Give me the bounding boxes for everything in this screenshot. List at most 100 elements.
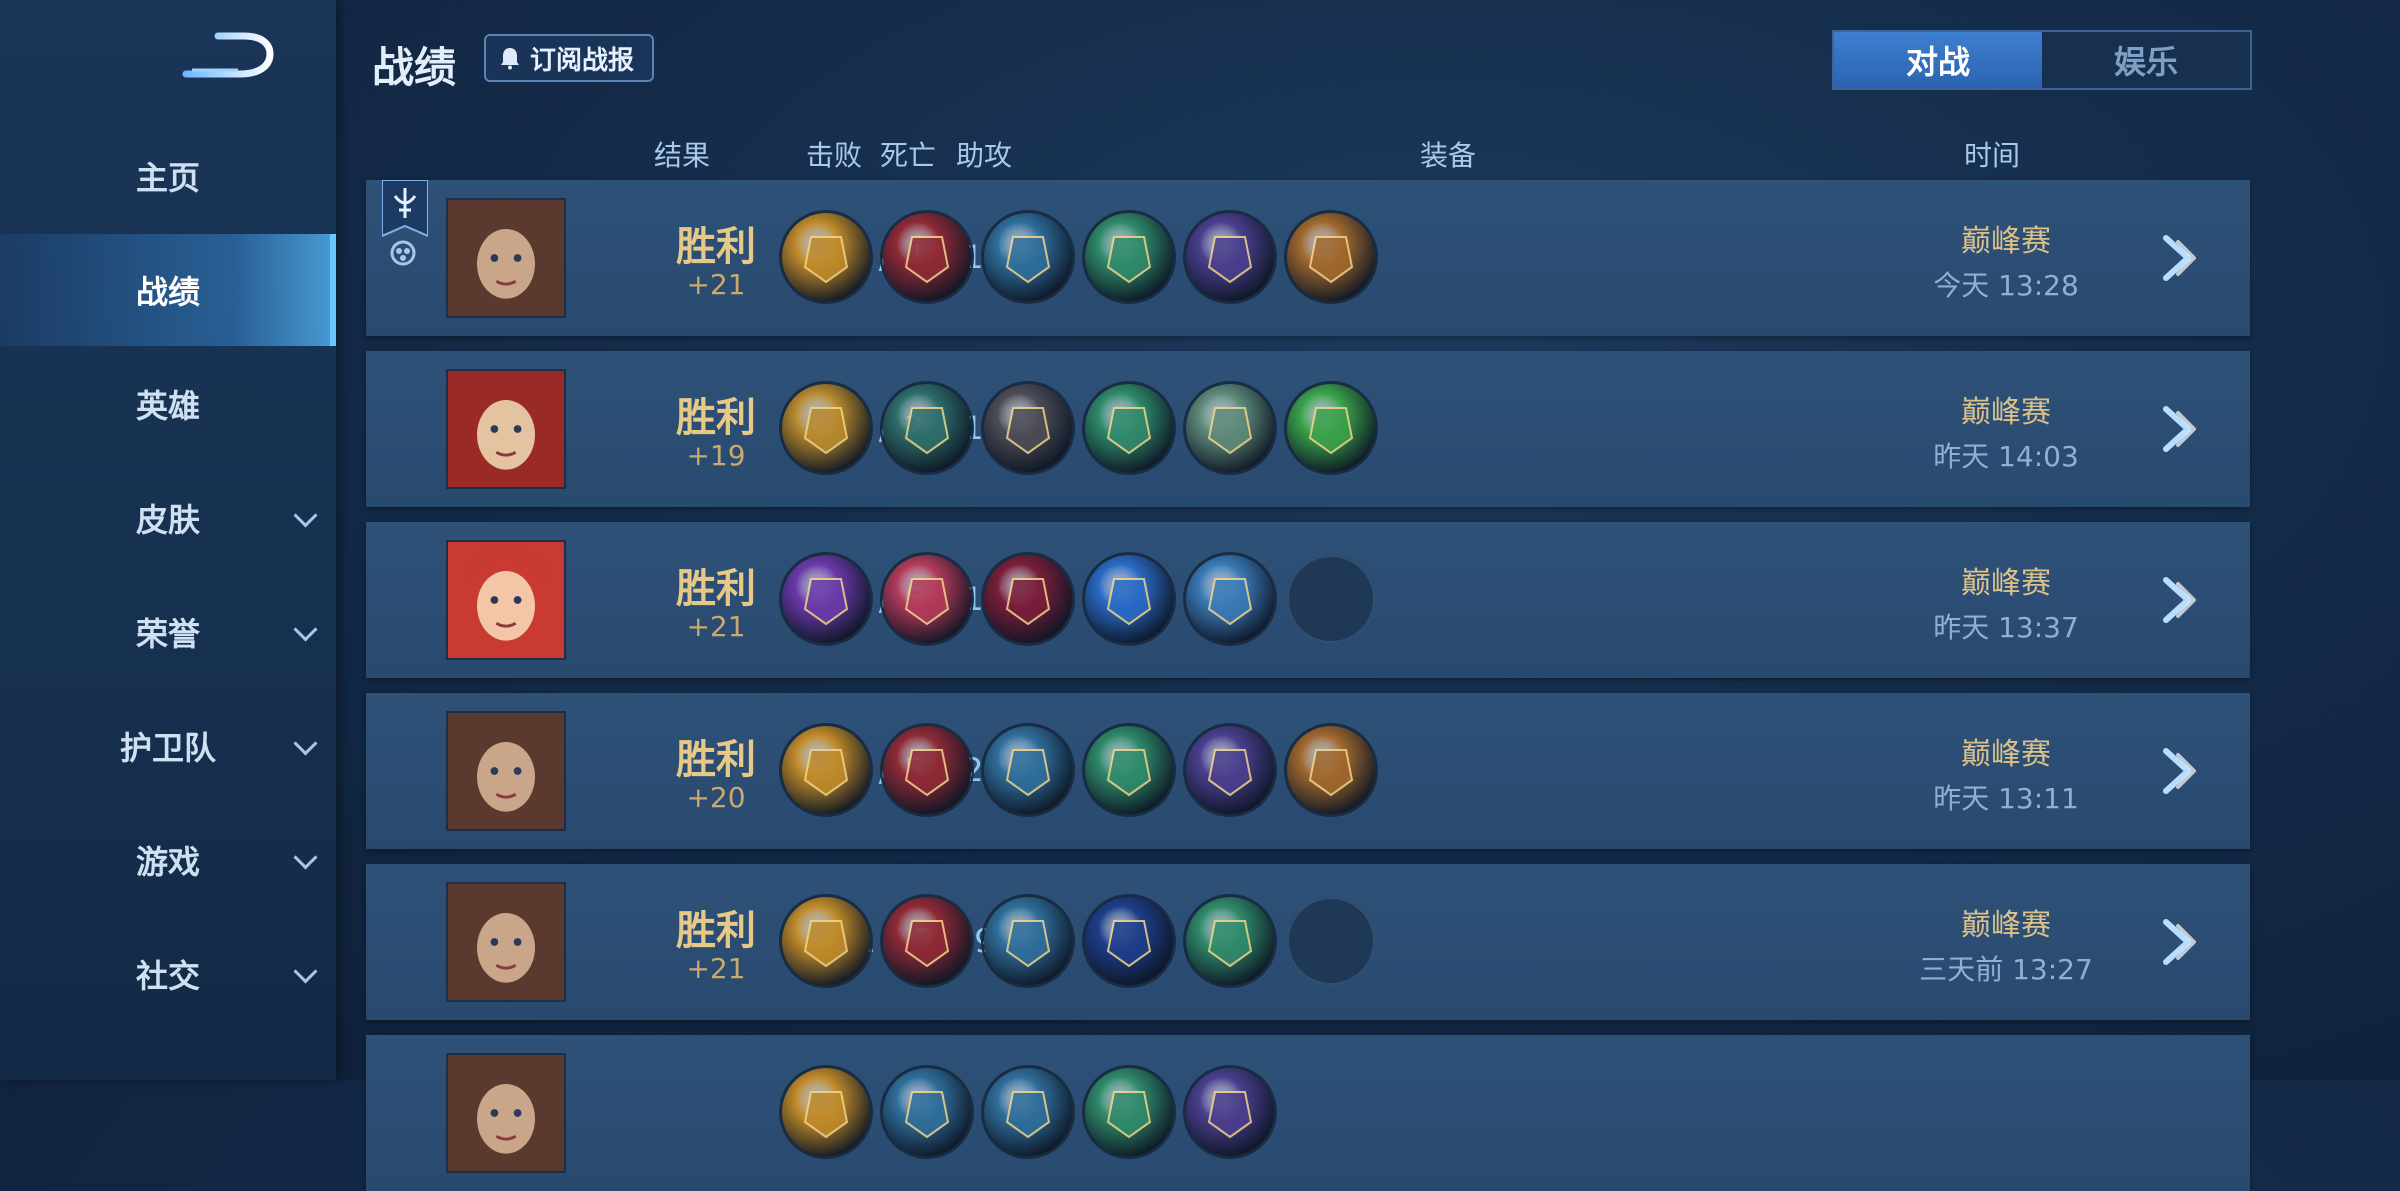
match-time: 昨天 14:03 (1933, 440, 2079, 473)
equipment-item-icon[interactable] (1185, 212, 1275, 302)
sidebar-item-label: 皮肤 (135, 501, 200, 539)
sidebar-item-guard[interactable]: 护卫队 (0, 690, 336, 802)
chevron-down-icon (293, 959, 318, 984)
equipment-item-icon[interactable] (983, 383, 1073, 473)
equipment-item-icon[interactable] (1286, 383, 1376, 473)
chevron-down-icon (293, 503, 318, 528)
tab-battle[interactable]: 对战 (1834, 32, 2042, 88)
match-row[interactable]: 胜利+214 / 4 / 19巅峰赛今天 13:28 (366, 180, 2250, 336)
equipment-item-icon[interactable] (983, 1067, 1073, 1157)
match-time: 今天 13:28 (1933, 269, 2079, 302)
sidebar-item-label: 战绩 (135, 273, 200, 311)
equipment-item-icon[interactable] (1185, 896, 1275, 986)
sidebar-item-honor[interactable]: 荣誉 (0, 576, 336, 688)
hero-avatar[interactable] (446, 369, 566, 489)
column-header-time: 时间 (1964, 139, 2021, 172)
equipment-item-icon[interactable] (1084, 1067, 1174, 1157)
column-header-kill: 击败 (806, 139, 863, 172)
equipment-item-icon[interactable] (1084, 725, 1174, 815)
match-time: 三天前 13:27 (1919, 953, 2093, 986)
equipment-item-icon[interactable] (1084, 212, 1174, 302)
sidebar-item-social[interactable]: 社交 (0, 918, 336, 1030)
back-icon[interactable] (178, 30, 278, 85)
equipment-item-icon[interactable] (983, 896, 1073, 986)
tab-entertainment[interactable]: 娱乐 (2042, 32, 2250, 88)
equipment-item-icon[interactable] (983, 725, 1073, 815)
chevron-right-icon[interactable] (2154, 743, 2210, 799)
equipment-item-icon[interactable] (1084, 554, 1174, 644)
sidebar-item-label: 英雄 (135, 387, 200, 425)
sidebar-item-records[interactable]: 战绩 (0, 234, 336, 346)
match-row[interactable]: 胜利+211 / 2 / 9巅峰赛三天前 13:27 (366, 864, 2250, 1020)
game-mode: 巅峰赛 (1961, 908, 2051, 943)
match-row[interactable]: 胜利+219 / 6 / 17巅峰赛昨天 13:37 (366, 522, 2250, 678)
equipment-item-icon[interactable] (882, 554, 972, 644)
equipment-item-icon[interactable] (882, 383, 972, 473)
equipment-item-icon[interactable] (1286, 725, 1376, 815)
equipment-item-icon[interactable] (781, 725, 871, 815)
equipment-item-icon[interactable] (1185, 725, 1275, 815)
equipment-item-icon[interactable] (882, 896, 972, 986)
equipment-item-icon[interactable] (1084, 383, 1174, 473)
subscribe-label: 订阅战报 (530, 45, 635, 76)
sidebar-item-label: 社交 (135, 957, 200, 995)
sidebar-item-label: 护卫队 (119, 729, 216, 767)
hero-avatar[interactable] (446, 540, 566, 660)
column-header-result: 结果 (654, 139, 711, 172)
equipment-item-icon[interactable] (781, 383, 871, 473)
equipment-item-icon[interactable] (882, 1067, 972, 1157)
sidebar-item-label: 荣誉 (135, 615, 200, 653)
page-title: 战绩 (372, 43, 457, 92)
chevron-right-icon[interactable] (2154, 230, 2210, 286)
equipment-item-icon[interactable] (983, 212, 1073, 302)
equipment-item-icon[interactable] (1185, 1067, 1275, 1157)
match-row[interactable]: 胜利+192 / 2 / 10巅峰赛昨天 14:03 (366, 351, 2250, 507)
chevron-down-icon (293, 731, 318, 756)
game-mode: 巅峰赛 (1961, 737, 2051, 772)
equipment-item-icon[interactable] (882, 212, 972, 302)
equipment-item-icon[interactable] (781, 554, 871, 644)
equipment-item-icon[interactable] (781, 212, 871, 302)
game-mode: 巅峰赛 (1961, 395, 2051, 430)
equipment-item-icon[interactable] (983, 554, 1073, 644)
sidebar-item-heroes[interactable]: 英雄 (0, 348, 336, 460)
hero-avatar[interactable] (446, 198, 566, 318)
chevron-down-icon (293, 617, 318, 642)
sidebar-item-game[interactable]: 游戏 (0, 804, 336, 916)
column-header-equipment: 装备 (1420, 139, 1477, 172)
hero-avatar[interactable] (446, 882, 566, 1002)
sidebar: 主页战绩英雄皮肤荣誉护卫队游戏社交 (0, 0, 336, 1080)
match-time: 昨天 13:37 (1933, 611, 2079, 644)
match-row-partial[interactable] (366, 1035, 2250, 1191)
mode-tabs: 对战 娱乐 (1832, 30, 2252, 90)
equipment-item-icon[interactable] (1286, 212, 1376, 302)
sidebar-item-home[interactable]: 主页 (0, 120, 336, 232)
empty-equipment-slot (1286, 554, 1376, 644)
sidebar-item-skins[interactable]: 皮肤 (0, 462, 336, 574)
column-header-assist: 助攻 (956, 139, 1013, 172)
equipment-item-icon[interactable] (1084, 896, 1174, 986)
equipment-item-icon[interactable] (1185, 554, 1275, 644)
equipment-item-icon[interactable] (1185, 383, 1275, 473)
sidebar-item-label: 主页 (135, 159, 200, 197)
game-mode: 巅峰赛 (1961, 224, 2051, 259)
empty-equipment-slot (1286, 896, 1376, 986)
chevron-down-icon (293, 845, 318, 870)
equipment-item-icon[interactable] (882, 725, 972, 815)
equipment-item-icon[interactable] (781, 1067, 871, 1157)
team-icon (390, 240, 416, 266)
bell-icon (501, 48, 519, 70)
match-row[interactable]: 胜利+203 / 5 / 23巅峰赛昨天 13:11 (366, 693, 2250, 849)
equipment-item-icon[interactable] (781, 896, 871, 986)
hero-avatar[interactable] (446, 711, 566, 831)
chevron-right-icon[interactable] (2154, 401, 2210, 457)
chevron-right-icon[interactable] (2154, 572, 2210, 628)
chevron-right-icon[interactable] (2154, 914, 2210, 970)
hero-avatar[interactable] (446, 1053, 566, 1173)
game-mode: 巅峰赛 (1961, 566, 2051, 601)
column-header-death: 死亡 (880, 139, 937, 172)
match-time: 昨天 13:11 (1933, 782, 2079, 815)
subscribe-report-button[interactable]: 订阅战报 (484, 34, 655, 82)
ranked-badge-icon (382, 180, 428, 238)
sidebar-item-label: 游戏 (135, 843, 200, 881)
